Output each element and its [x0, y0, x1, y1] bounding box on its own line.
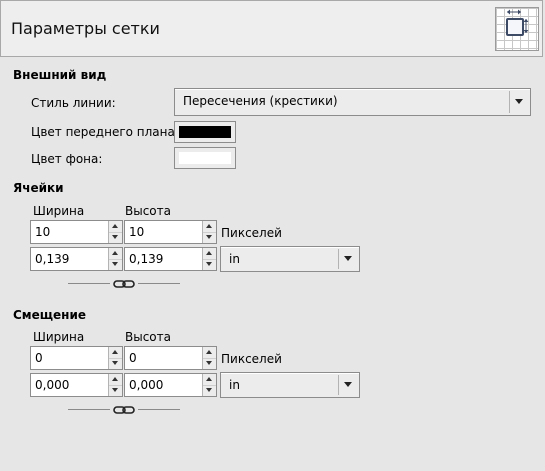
cells-width-px-spinbox[interactable]: 10	[30, 220, 123, 244]
grid-settings-icon	[495, 7, 539, 51]
appearance-section-title: Внешний вид	[13, 68, 107, 82]
cells-height-px-spinbox[interactable]: 10	[124, 220, 217, 244]
decrement-button[interactable]	[203, 232, 216, 243]
decrement-button[interactable]	[109, 358, 122, 369]
decrement-button[interactable]	[203, 385, 216, 396]
cells-unit-combo[interactable]: in	[220, 246, 360, 272]
chain-line-right	[138, 409, 180, 410]
cells-chain-button[interactable]	[68, 278, 180, 290]
dialog-title: Параметры сетки	[11, 19, 160, 38]
offset-height-label: Высота	[125, 330, 171, 344]
decrement-button[interactable]	[203, 259, 216, 270]
chain-link-icon	[113, 280, 135, 288]
cells-unit-value: in	[229, 252, 240, 266]
cells-section-title: Ячейки	[13, 181, 64, 195]
offset-chain-button[interactable]	[68, 404, 180, 416]
cells-width-label: Ширина	[33, 204, 85, 218]
offset-height-px-value: 0	[129, 351, 137, 365]
offset-height-unit-spinbox[interactable]: 0,000	[124, 373, 217, 397]
line-style-combo[interactable]: Пересечения (крестики)	[174, 88, 531, 116]
fg-color-label: Цвет переднего плана:	[31, 125, 179, 139]
offset-width-px-spinbox[interactable]: 0	[30, 346, 123, 370]
fg-color-button[interactable]	[174, 121, 236, 143]
offset-unit-combo[interactable]: in	[220, 372, 360, 398]
chain-line-left	[68, 283, 110, 284]
cells-height-unit-value: 0,139	[129, 252, 164, 266]
line-style-value: Пересечения (крестики)	[183, 94, 338, 108]
offset-unit-value: in	[229, 378, 240, 392]
line-style-label: Стиль линии:	[31, 96, 116, 110]
chevron-down-icon	[509, 91, 528, 113]
offset-px-unit-label: Пикселей	[221, 352, 282, 366]
decrement-button[interactable]	[109, 232, 122, 243]
offset-width-unit-spinbox[interactable]: 0,000	[30, 373, 123, 397]
offset-section-title: Смещение	[13, 308, 86, 322]
cells-width-unit-value: 0,139	[35, 252, 70, 266]
bg-color-swatch	[179, 152, 231, 164]
cells-width-unit-spinbox[interactable]: 0,139	[30, 247, 123, 271]
decrement-button[interactable]	[109, 385, 122, 396]
chevron-down-icon	[338, 375, 357, 395]
offset-height-unit-value: 0,000	[129, 378, 164, 392]
cells-height-px-value: 10	[129, 225, 145, 239]
offset-width-px-value: 0	[35, 351, 43, 365]
fg-color-swatch	[179, 126, 231, 138]
decrement-button[interactable]	[109, 259, 122, 270]
bg-color-label: Цвет фона:	[31, 152, 103, 166]
offset-width-unit-value: 0,000	[35, 378, 70, 392]
chain-line-right	[138, 283, 180, 284]
cells-height-unit-spinbox[interactable]: 0,139	[124, 247, 217, 271]
decrement-button[interactable]	[203, 358, 216, 369]
bg-color-button[interactable]	[174, 147, 236, 169]
offset-width-label: Ширина	[33, 330, 85, 344]
cells-px-unit-label: Пикселей	[221, 226, 282, 240]
cells-width-px-value: 10	[35, 225, 51, 239]
chain-link-icon	[113, 406, 135, 414]
dialog-header: Параметры сетки	[0, 0, 543, 57]
offset-height-px-spinbox[interactable]: 0	[124, 346, 217, 370]
chevron-down-icon	[338, 249, 357, 269]
chain-line-left	[68, 409, 110, 410]
cells-height-label: Высота	[125, 204, 171, 218]
